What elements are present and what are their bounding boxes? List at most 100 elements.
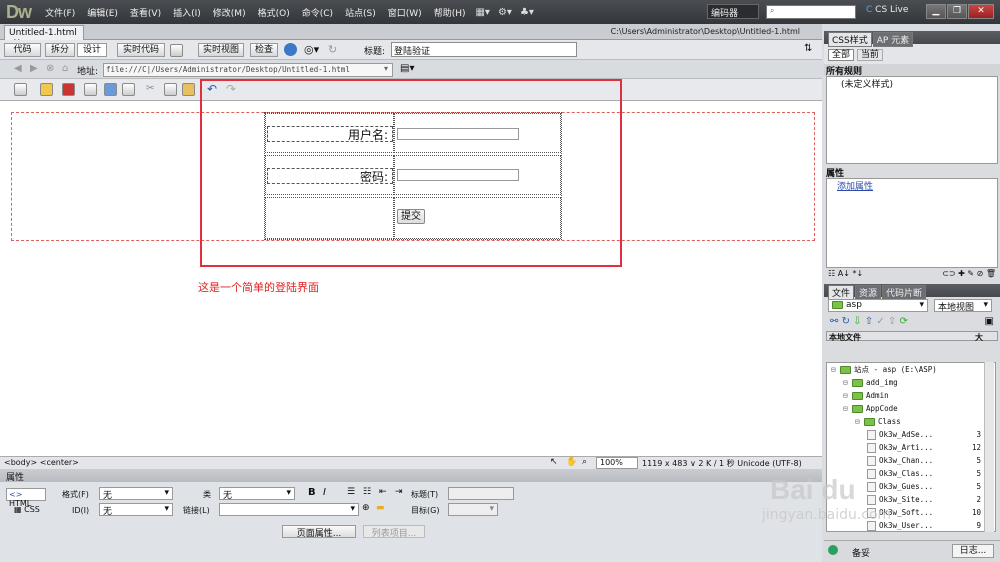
file-tree-item[interactable]: ⊟ AppCode bbox=[827, 402, 995, 415]
check-icon[interactable] bbox=[170, 44, 183, 57]
new-rule-icon[interactable]: ✚ bbox=[958, 269, 965, 278]
trash-icon[interactable]: 🗑 bbox=[986, 269, 996, 278]
list-item-button[interactable]: 列表项目... bbox=[363, 525, 425, 539]
back-icon[interactable]: ◀ bbox=[14, 63, 22, 74]
tab-untitled-1[interactable]: Untitled-1.html ✕ bbox=[4, 25, 84, 48]
workspace-switcher[interactable]: 编码器 bbox=[707, 4, 759, 19]
file-tree-item[interactable]: Ok3w_Chan... 5 bbox=[827, 454, 995, 467]
site-select[interactable]: asp ▾ bbox=[828, 299, 928, 312]
ordered-list-icon[interactable]: ☷ bbox=[363, 487, 371, 497]
forward-icon[interactable]: ▶ bbox=[30, 63, 38, 74]
indent-icon[interactable]: ⇥ bbox=[395, 487, 403, 497]
layout-icon[interactable]: ▦▾ bbox=[471, 7, 493, 18]
view-select[interactable]: 本地视图 ▾ bbox=[934, 299, 992, 313]
cut-icon[interactable]: ✂ bbox=[146, 83, 154, 94]
get-icon[interactable]: ⇩ bbox=[853, 316, 861, 327]
menu-site[interactable]: 站点(S) bbox=[339, 6, 382, 19]
rule-item[interactable]: (未定义样式) bbox=[841, 80, 893, 90]
menu-file[interactable]: 文件(F) bbox=[39, 6, 81, 19]
checkin-icon[interactable]: ⇪ bbox=[888, 316, 896, 327]
expand-toggle-icon[interactable]: ⊟ bbox=[843, 391, 852, 400]
tag-selector[interactable]: <body> <center> bbox=[4, 458, 79, 467]
alpha-sort-icon[interactable]: A↓ bbox=[838, 269, 850, 278]
rules-list[interactable]: (未定义样式) bbox=[826, 76, 998, 164]
all-button[interactable]: 全部 bbox=[828, 49, 855, 61]
menu-edit[interactable]: 编辑(E) bbox=[81, 6, 124, 19]
target-select[interactable]: ▾ bbox=[448, 503, 498, 516]
new-icon[interactable] bbox=[14, 83, 27, 96]
expand-toggle-icon[interactable]: ⊟ bbox=[843, 404, 852, 413]
code-view-button[interactable]: 代码 bbox=[4, 43, 41, 57]
italic-button[interactable]: I bbox=[323, 487, 326, 498]
address-input[interactable]: file:///C|/Users/Administrator/Desktop/U… bbox=[103, 63, 393, 77]
stop-icon[interactable]: ⊗ bbox=[46, 63, 54, 74]
options-icon[interactable]: ▤▾ bbox=[400, 63, 414, 74]
menu-modify[interactable]: 修改(M) bbox=[207, 6, 252, 19]
file-tree-item[interactable]: ⊟ Admin bbox=[827, 389, 995, 402]
chevron-down-icon[interactable]: ▾ bbox=[384, 64, 388, 73]
extend-icon[interactable]: ⚙▾ bbox=[494, 7, 516, 18]
outdent-icon[interactable]: ⇤ bbox=[379, 487, 387, 497]
html-mode-button[interactable]: <> HTML bbox=[6, 488, 46, 508]
file-tree-item[interactable]: ⊟ Class bbox=[827, 415, 995, 428]
select-tool-icon[interactable]: ↖ bbox=[550, 457, 558, 467]
link-input[interactable]: ▾ bbox=[219, 503, 359, 516]
expand-toggle-icon[interactable]: ⊟ bbox=[855, 417, 864, 426]
refresh-icon[interactable]: ↻ bbox=[328, 43, 337, 56]
add-property-area[interactable]: 添加属性 bbox=[826, 178, 998, 268]
scrollbar[interactable] bbox=[984, 362, 994, 532]
format-select[interactable]: 无 ▾ bbox=[99, 487, 173, 501]
zoom-select[interactable]: 100% bbox=[596, 457, 638, 469]
add-property-link[interactable]: 添加属性 bbox=[837, 182, 873, 192]
menu-help[interactable]: 帮助(H) bbox=[428, 6, 472, 19]
browse-folder-icon[interactable]: ▬ bbox=[376, 503, 385, 513]
refresh-files-icon[interactable]: ↻ bbox=[842, 316, 850, 327]
zoom-tool-icon[interactable]: ⌕ bbox=[582, 457, 587, 467]
current-button[interactable]: 当前 bbox=[856, 49, 883, 61]
unordered-list-icon[interactable]: ☰ bbox=[347, 487, 355, 497]
live-view-button[interactable]: 实时视图 bbox=[198, 43, 244, 57]
show-category-icon[interactable]: ☷ bbox=[828, 269, 835, 278]
id-select[interactable]: 无 ▾ bbox=[99, 503, 173, 517]
disable-icon[interactable]: ⊘ bbox=[977, 269, 984, 278]
set-props-icon[interactable]: *↓ bbox=[852, 269, 863, 278]
file-tree-item[interactable]: Ok3w_AdSe... 3 bbox=[827, 428, 995, 441]
hand-tool-icon[interactable]: ✋ bbox=[566, 457, 577, 467]
home-icon[interactable]: ⌂ bbox=[62, 63, 68, 74]
menu-view[interactable]: 查看(V) bbox=[124, 6, 167, 19]
menu-format[interactable]: 格式(O) bbox=[252, 6, 296, 19]
log-button[interactable]: 日志... bbox=[952, 544, 994, 558]
checkout-icon[interactable]: ✓ bbox=[876, 316, 884, 327]
design-view-button[interactable]: 设计 bbox=[77, 43, 107, 57]
sync-icon[interactable]: ⟳ bbox=[899, 316, 907, 327]
file-tree-item[interactable]: Ok3w_Arti... 12 bbox=[827, 441, 995, 454]
file-management-icon[interactable]: ⇅ bbox=[804, 43, 812, 54]
put-icon[interactable]: ⇧ bbox=[865, 316, 873, 327]
menu-commands[interactable]: 命令(C) bbox=[296, 6, 339, 19]
point-to-file-icon[interactable]: ⊕ bbox=[362, 503, 370, 513]
bold-button[interactable]: B bbox=[308, 487, 316, 498]
save-icon[interactable] bbox=[84, 83, 97, 96]
expand-toggle-icon[interactable]: ⊟ bbox=[843, 378, 852, 387]
connect-icon[interactable]: ⚯ bbox=[830, 316, 838, 327]
title-prop-input[interactable] bbox=[448, 487, 514, 500]
file-tree-item[interactable]: ⊟ 站点 - asp (E:\ASP) bbox=[827, 363, 995, 376]
maximize-button[interactable]: ❐ bbox=[947, 4, 967, 19]
split-view-button[interactable]: 拆分 bbox=[45, 43, 75, 57]
css-mode-button[interactable]: ▦ CSS bbox=[14, 505, 40, 514]
design-view[interactable]: 用户名: 密码: 提交 这是一个简单的登陆界面 bbox=[0, 79, 822, 456]
file-tree-item[interactable]: ⊟ add_img bbox=[827, 376, 995, 389]
minimize-button[interactable]: ▁ bbox=[926, 4, 946, 19]
site-icon[interactable]: ♣▾ bbox=[516, 7, 538, 18]
paste-icon[interactable] bbox=[182, 83, 195, 96]
menu-window[interactable]: 窗口(W) bbox=[382, 6, 428, 19]
class-select[interactable]: 无 ▾ bbox=[219, 487, 295, 501]
search-input[interactable]: ⌕ bbox=[766, 5, 856, 19]
attach-icon[interactable]: ⊂⊃ bbox=[942, 269, 955, 278]
menu-insert[interactable]: 插入(I) bbox=[167, 6, 207, 19]
expand-toggle-icon[interactable]: ⊟ bbox=[831, 365, 840, 374]
live-code-button[interactable]: 实时代码 bbox=[117, 43, 165, 57]
tab-ap-elements[interactable]: AP 元素 bbox=[872, 32, 914, 47]
close-button[interactable]: ✕ bbox=[968, 4, 994, 19]
globe-icon[interactable] bbox=[284, 43, 297, 56]
